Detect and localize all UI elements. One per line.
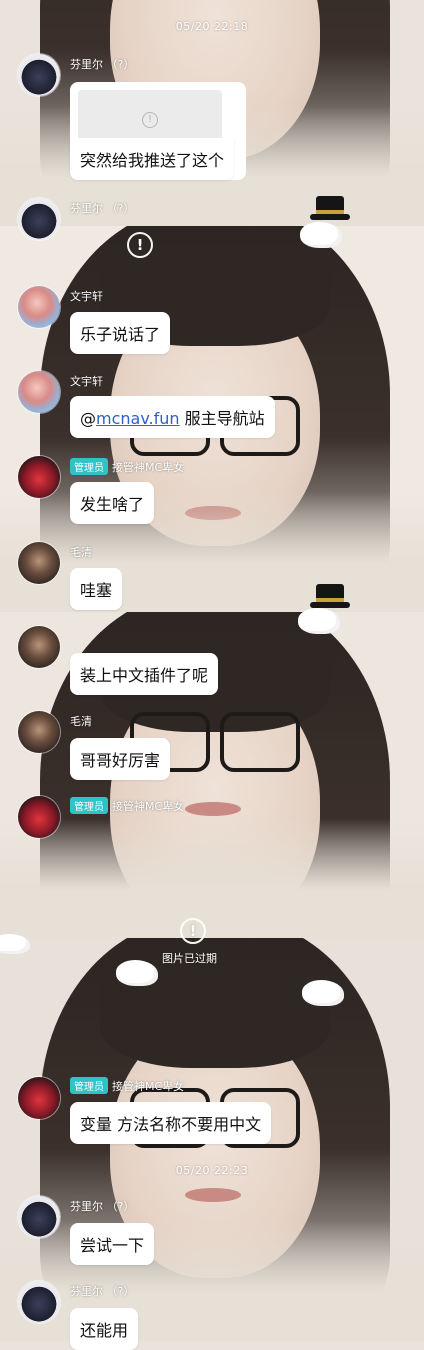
timestamp: 05/20 22:23 [175, 1164, 249, 1177]
warning-icon: ! [127, 232, 153, 258]
message-bubble[interactable]: 发生啥了 [70, 482, 155, 524]
message-bubble[interactable]: 哇塞 [70, 568, 123, 610]
avatar[interactable] [18, 54, 60, 96]
info-circle-icon: ! [142, 112, 158, 128]
sender-name: 接管神MC卑女 [112, 800, 185, 813]
admin-badge: 管理员 [70, 458, 108, 475]
message-bubble[interactable]: 变量 方法名称不要用中文 [70, 1102, 272, 1144]
message-bubble[interactable]: 尝试一下 [70, 1223, 155, 1265]
mention-prefix: @ [80, 409, 96, 428]
avatar[interactable] [18, 1196, 60, 1238]
sender-name: 文宇轩 [70, 375, 103, 388]
sender-line: 管理员 接管神MC卑女 [70, 1077, 184, 1094]
message-bubble[interactable]: 乐子说话了 [70, 312, 171, 354]
admin-badge: 管理员 [70, 1077, 108, 1094]
sender-line: 管理员 接管神MC卑女 [70, 797, 184, 814]
avatar[interactable] [18, 711, 60, 753]
sender-name: 芬里尔 （?） [70, 1285, 135, 1298]
avatar[interactable] [18, 371, 60, 413]
sender-line: 管理员 接管神MC卑女 [70, 458, 184, 475]
admin-badge: 管理员 [70, 797, 108, 814]
sender-name: 毛清 [70, 546, 92, 559]
warning-icon: ! [180, 918, 206, 944]
sender-name: 芬里尔 （?） [70, 202, 135, 215]
timestamp: 05/20 22:18 [175, 20, 249, 33]
message-bubble[interactable]: @mcnav.fun 服主导航站 [70, 396, 275, 438]
avatar[interactable] [18, 626, 60, 668]
avatar[interactable] [18, 286, 60, 328]
avatar[interactable] [18, 456, 60, 498]
message-bubble[interactable]: 装上中文插件了呢 [70, 653, 219, 695]
image-expired-notice: 图片已过期 [162, 952, 217, 965]
avatar[interactable] [18, 542, 60, 584]
chat-list[interactable]: 05/20 22:18 芬里尔 （?） ! 突然给我推送了这个 芬里尔 （?） … [0, 0, 424, 1350]
message-bubble[interactable]: 哥哥好厉害 [70, 738, 171, 780]
sender-name: 毛清 [70, 715, 92, 728]
avatar[interactable] [18, 796, 60, 838]
sender-name: 文宇轩 [70, 290, 103, 303]
sender-name: 芬里尔 （?） [70, 58, 135, 71]
avatar[interactable] [18, 1077, 60, 1119]
sender-name: 接管神MC卑女 [112, 1080, 185, 1093]
avatar[interactable] [18, 198, 60, 240]
message-bubble[interactable]: 还能用 [70, 1308, 139, 1350]
sender-name: 芬里尔 （?） [70, 1200, 135, 1213]
message-bubble[interactable]: 突然给我推送了这个 [70, 138, 235, 180]
sender-name: 接管神MC卑女 [112, 461, 185, 474]
mention-link[interactable]: mcnav.fun [96, 409, 180, 428]
message-text: 服主导航站 [179, 409, 265, 428]
avatar[interactable] [18, 1281, 60, 1323]
